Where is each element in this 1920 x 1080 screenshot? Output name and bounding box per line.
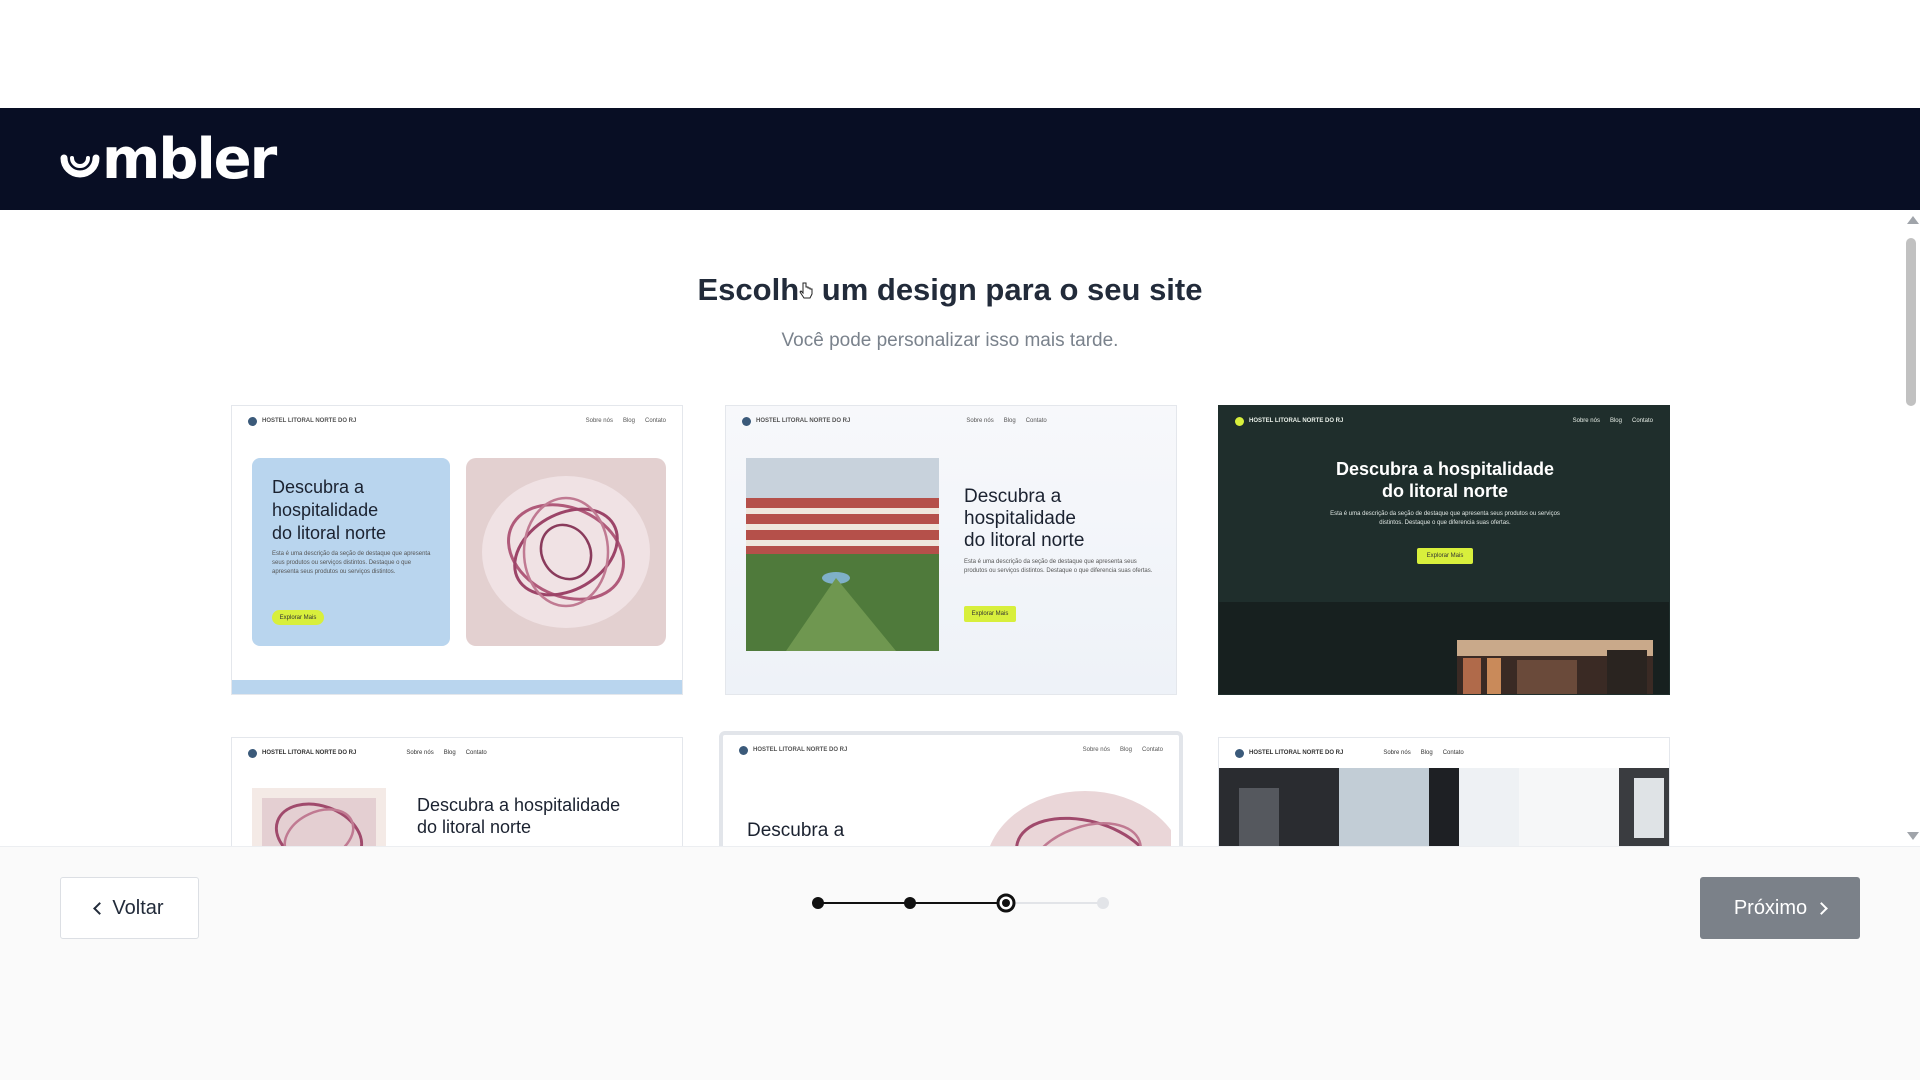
- template-card-1[interactable]: HOSTEL LITORAL NORTE DO RJ Sobre nós Blog…: [231, 405, 683, 695]
- step-dot-4: [1097, 897, 1109, 909]
- template-headline: Descubra a hospitalidade: [417, 795, 621, 815]
- template-logo-icon: [248, 748, 257, 758]
- scroll-down-arrow-icon[interactable]: [1907, 832, 1919, 840]
- template-logo-icon: [739, 745, 748, 755]
- template-paragraph: Esta é uma descrição da seção de destaqu…: [1330, 511, 1560, 526]
- template-nav-link: Blog: [443, 750, 456, 756]
- template-headline: Descubra a hospitalidade: [1335, 459, 1555, 479]
- chevron-right-icon: [1815, 902, 1829, 915]
- template-nav-link: Sobre nós: [585, 418, 613, 424]
- design-picker: Escolh um design para o seu site Você po…: [0, 210, 1920, 846]
- logo-text: mbler: [102, 127, 277, 192]
- template-headline: do litoral norte: [417, 817, 532, 837]
- template-brand: HOSTEL LITORAL NORTE DO RJ: [1249, 418, 1344, 424]
- header-bar: mbler: [0, 108, 1920, 210]
- template-headline: do litoral norte: [1382, 481, 1508, 501]
- abstract-sphere-image: [975, 791, 1171, 846]
- template-headline: hospitalidade: [964, 508, 1076, 529]
- hostel-interior-image: [1219, 768, 1669, 846]
- template-nav-link: Blog: [1119, 747, 1132, 753]
- back-button[interactable]: Voltar: [60, 877, 199, 939]
- template-nav: HOSTEL LITORAL NORTE DO RJ Sobre nós Blog…: [1219, 738, 1669, 768]
- template-nav-link: Contato: [465, 750, 487, 756]
- template-nav: HOSTEL LITORAL NORTE DO RJ Sobre nós Blog…: [723, 735, 1179, 765]
- abstract-sphere-image: [252, 788, 386, 846]
- progress-stepper: [812, 893, 1109, 913]
- template-cta: Explorar Mais: [272, 610, 324, 625]
- step-dot-3-inner: [1002, 899, 1010, 907]
- template-card-3[interactable]: HOSTEL LITORAL NORTE DO RJ Sobre nós Blog…: [1218, 405, 1670, 695]
- template-nav: HOSTEL LITORAL NORTE DO RJ Sobre nós Blog…: [726, 406, 1176, 436]
- next-button-label: Próximo: [1733, 896, 1808, 919]
- template-nav-link: Contato: [644, 418, 666, 424]
- template-cta: Explorar Mais: [964, 606, 1016, 622]
- template-nav-link: Contato: [1631, 418, 1653, 424]
- template-card-4[interactable]: HOSTEL LITORAL NORTE DO RJ Sobre nós Blog…: [231, 737, 683, 846]
- template-nav-link: Sobre nós: [1082, 747, 1110, 753]
- title-part-2: um design para o seu site: [813, 272, 1203, 307]
- template-logo-icon: [742, 416, 751, 426]
- template-cta: Explorar Mais: [1417, 548, 1473, 564]
- template-nav-link: Blog: [1003, 418, 1016, 424]
- scroll-thumb[interactable]: [1906, 238, 1916, 406]
- template-headline: hospitalidade: [272, 500, 379, 520]
- step-dot-2: [904, 897, 916, 909]
- page-title: Escolh um design para o seu site: [0, 272, 1900, 308]
- template-brand: HOSTEL LITORAL NORTE DO RJ: [1249, 750, 1344, 756]
- template-brand: HOSTEL LITORAL NORTE DO RJ: [756, 418, 851, 424]
- hostel-courtyard-image: [746, 458, 939, 651]
- template-nav-link: Sobre nós: [1572, 418, 1600, 424]
- content-scrollbar[interactable]: [1902, 210, 1920, 846]
- template-brand: HOSTEL LITORAL NORTE DO RJ: [262, 750, 357, 756]
- title-part-1: Escolh: [697, 272, 800, 307]
- template-brand: HOSTEL LITORAL NORTE DO RJ: [262, 418, 357, 424]
- template-nav-link: Sobre nós: [966, 418, 994, 424]
- template-logo-icon: [248, 416, 257, 426]
- template-headline: do litoral norte: [272, 523, 387, 543]
- template-nav: HOSTEL LITORAL NORTE DO RJ Sobre nós Blog…: [232, 406, 682, 436]
- template-nav: HOSTEL LITORAL NORTE DO RJ Sobre nós Blog…: [232, 738, 682, 768]
- hostel-room-image: [1457, 640, 1653, 694]
- template-nav-link: Contato: [1141, 747, 1163, 753]
- template-footer-stripe: [232, 680, 682, 694]
- page-subtitle: Você pode personalizar isso mais tarde.: [781, 330, 1119, 351]
- logo-smile-icon: [60, 154, 100, 178]
- template-nav-link: Sobre nós: [406, 750, 434, 756]
- template-card-5[interactable]: HOSTEL LITORAL NORTE DO RJ Sobre nós Blog…: [719, 731, 1183, 846]
- chevron-left-icon: [93, 902, 107, 915]
- template-nav-link: Contato: [1025, 418, 1047, 424]
- template-nav: HOSTEL LITORAL NORTE DO RJ Sobre nós Blog…: [1219, 406, 1669, 436]
- template-paragraph: Esta é uma descrição da seção de destaqu…: [272, 551, 431, 575]
- template-logo-icon: [1235, 416, 1244, 426]
- back-button-label: Voltar: [112, 896, 164, 919]
- next-button[interactable]: Próximo: [1700, 877, 1860, 939]
- abstract-sphere-image: [466, 458, 666, 646]
- template-nav-link: Blog: [1420, 750, 1433, 756]
- template-nav-link: Contato: [1442, 750, 1464, 756]
- scroll-up-arrow-icon[interactable]: [1907, 216, 1919, 224]
- cursor-hand-icon: [799, 282, 813, 299]
- page: mbler Escolh um design para o seu site V…: [0, 0, 1920, 1080]
- step-dot-1: [812, 897, 824, 909]
- template-nav-link: Sobre nós: [1383, 750, 1411, 756]
- template-headline: Descubra a: [747, 820, 845, 841]
- footer-bar: Voltar Próximo: [0, 846, 1920, 1080]
- template-card-2[interactable]: HOSTEL LITORAL NORTE DO RJ Sobre nós Blog…: [725, 405, 1177, 695]
- template-headline: Descubra a: [964, 486, 1062, 507]
- template-nav-link: Blog: [1609, 418, 1622, 424]
- template-logo-icon: [1235, 748, 1244, 758]
- template-nav-link: Blog: [622, 418, 635, 424]
- umbler-logo[interactable]: mbler: [58, 127, 277, 192]
- template-paragraph: Esta é uma descrição da seção de destaqu…: [964, 559, 1153, 574]
- template-brand: HOSTEL LITORAL NORTE DO RJ: [753, 747, 848, 753]
- template-headline: Descubra a: [272, 477, 365, 497]
- template-headline: do litoral norte: [964, 530, 1085, 551]
- template-card-6[interactable]: HOSTEL LITORAL NORTE DO RJ Sobre nós Blog…: [1218, 737, 1670, 846]
